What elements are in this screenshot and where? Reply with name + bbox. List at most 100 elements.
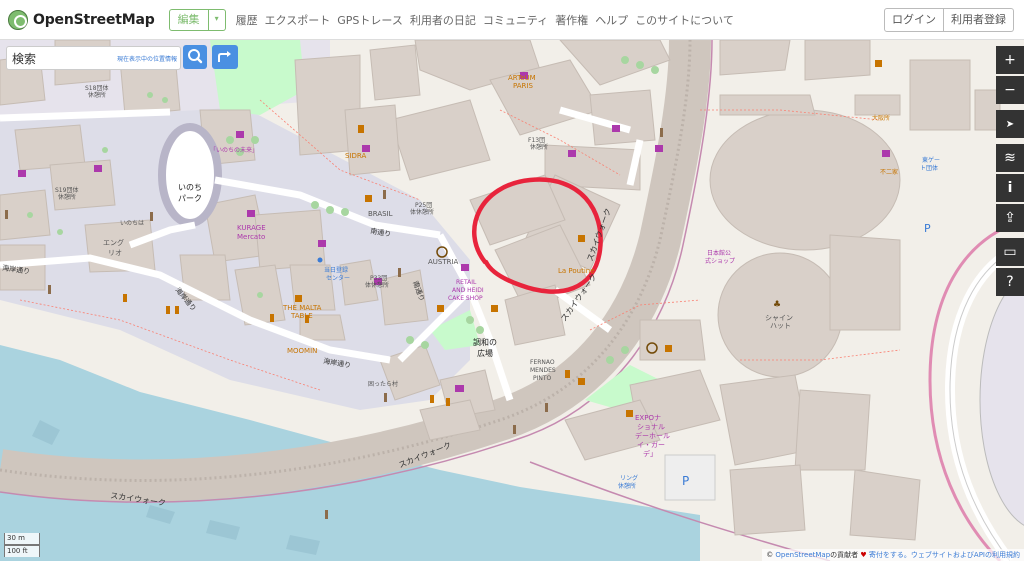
signup-button[interactable]: 利用者登録 — [944, 8, 1014, 32]
gift-shop-marker[interactable] — [882, 150, 890, 157]
label-nihon-2: 式ショップ — [705, 257, 735, 265]
terms-link[interactable]: 。ウェブサイトおよびAPIの利用規約 — [904, 551, 1020, 559]
gift-shop-marker[interactable] — [236, 131, 244, 138]
share-button[interactable]: ⇪ — [996, 204, 1024, 232]
label-expo-1: EXPOナ — [635, 414, 661, 422]
label-malta-2: TABLE — [290, 312, 313, 320]
map-canvas[interactable]: P P ♣ いのち パーク 海岸通り 海岸通り 海岸通り 南通り 南通り SID… — [0, 0, 1024, 561]
where-am-i-link[interactable]: 現在表示中の位置情報 — [117, 54, 177, 63]
label-malta-1: THE MALTA — [282, 304, 322, 312]
restaurant-marker[interactable] — [446, 398, 450, 406]
gift-shop-marker[interactable] — [655, 145, 663, 152]
label-p25-1: P25団 — [415, 202, 432, 209]
login-button[interactable]: ログイン — [884, 8, 944, 32]
gift-shop-marker[interactable] — [18, 170, 26, 177]
cafe-marker[interactable] — [491, 305, 498, 312]
label-p25-2: 体休憩所 — [410, 208, 434, 216]
zoom-out-button[interactable]: − — [996, 76, 1024, 104]
search-icon — [188, 49, 203, 64]
main-nav: 履歴 エクスポート GPSトレース 利用者の日記 コミュニティ 著作権 ヘルプ … — [236, 12, 734, 28]
directions-button[interactable] — [212, 45, 238, 69]
nav-help[interactable]: ヘルプ — [595, 12, 628, 28]
cafe-marker[interactable] — [358, 125, 364, 133]
cafe-marker[interactable] — [578, 235, 585, 242]
parking-symbol: P — [682, 474, 689, 488]
zoom-in-button[interactable]: + — [996, 46, 1024, 74]
gift-shop-marker[interactable] — [612, 125, 620, 132]
label-shine-1: シャイン — [765, 314, 793, 322]
gift-shop-marker[interactable] — [94, 165, 102, 172]
nav-export[interactable]: エクスポート — [265, 12, 331, 28]
gift-shop-marker[interactable] — [568, 150, 576, 157]
osm-logo-icon[interactable] — [8, 9, 28, 30]
label-austria: AUSTRIA — [428, 258, 459, 266]
label-arteum-2: PARIS — [513, 82, 533, 90]
scale-bar: 30 m 100 ft — [4, 533, 40, 557]
label-f13-1: F13団 — [528, 137, 545, 144]
osm-copyright-link[interactable]: OpenStreetMap — [775, 551, 830, 559]
gift-shop-marker[interactable] — [247, 210, 255, 217]
directions-icon — [218, 51, 231, 62]
label-komatta: 困ったら村 — [368, 380, 398, 388]
add-note-button[interactable]: ▭ — [996, 238, 1024, 266]
nav-gps-traces[interactable]: GPSトレース — [337, 12, 403, 28]
label-ring-1: リング — [620, 474, 638, 482]
label-tojitsu-2: センター — [326, 274, 350, 282]
nav-history[interactable]: 履歴 — [236, 12, 258, 28]
parking-area — [664, 454, 716, 501]
label-fernao-3: PINTO — [533, 375, 552, 382]
layers-button[interactable]: ≋ — [996, 144, 1024, 172]
restaurant-marker[interactable] — [123, 294, 127, 302]
info-point-icon — [317, 257, 323, 263]
cafe-marker[interactable] — [365, 195, 372, 202]
label-inochi-mirai: 「いのちの未来」 — [210, 146, 258, 154]
restaurant-marker[interactable] — [430, 395, 434, 403]
gift-shop-marker[interactable] — [362, 145, 370, 152]
map-info-button[interactable]: i — [996, 174, 1024, 202]
search-panel: 現在表示中の位置情報 — [0, 40, 245, 74]
label-fujiko: 不二家 — [880, 168, 898, 176]
attribution: © OpenStreetMapの貢献者 ♥ 寄付をする。ウェブサイトおよびAPI… — [762, 549, 1024, 561]
label-sidra: SIDRA — [345, 152, 366, 160]
nav-copyright[interactable]: 著作権 — [555, 12, 588, 28]
donate-link[interactable]: 寄付をする — [867, 551, 904, 559]
inochi-park-oval — [158, 123, 222, 227]
cafe-marker[interactable] — [875, 60, 882, 67]
label-s19-2: 休憩所 — [58, 193, 76, 201]
edit-dropdown-chevron-icon[interactable]: ▾ — [208, 8, 226, 31]
query-features-button[interactable]: ? — [996, 268, 1024, 296]
label-inochi-park-2: パーク — [178, 194, 202, 203]
gift-shop-marker[interactable] — [318, 240, 326, 247]
label-retail-2: AND HEIDI — [452, 287, 484, 294]
restaurant-marker[interactable] — [270, 314, 274, 322]
label-kurage-1: KURAGE — [237, 224, 266, 232]
restaurant-marker[interactable] — [166, 306, 170, 314]
cafe-marker[interactable] — [626, 410, 633, 417]
edit-button[interactable]: 編集 — [168, 8, 209, 31]
label-higashi-2: ト団体 — [920, 164, 938, 172]
cafe-marker[interactable] — [665, 345, 672, 352]
label-shine-2: ハット — [770, 322, 791, 330]
round-building-north — [709, 109, 901, 251]
label-nihon-1: 日本館公 — [707, 249, 731, 257]
cafe-marker[interactable] — [437, 305, 444, 312]
osm-app: P P ♣ いのち パーク 海岸通り 海岸通り 海岸通り 南通り 南通り SID… — [0, 0, 1024, 561]
nav-user-diaries[interactable]: 利用者の日記 — [410, 12, 476, 28]
restaurant-marker[interactable] — [565, 370, 570, 378]
restaurant-marker[interactable] — [175, 306, 179, 314]
parking-symbol-2: P — [924, 222, 931, 235]
scale-imperial: 100 ft — [4, 545, 40, 557]
nav-about[interactable]: このサイトについて — [635, 12, 734, 28]
label-ohokawa: 大阪所 — [872, 114, 890, 122]
brand-name[interactable]: OpenStreetMap — [33, 12, 155, 28]
gift-shop-marker[interactable] — [461, 264, 469, 271]
locate-button[interactable]: ➤ — [996, 110, 1024, 138]
search-button[interactable] — [183, 45, 207, 69]
label-engiri-1: エング — [103, 238, 124, 247]
cafe-marker[interactable] — [295, 295, 302, 302]
cafe-marker[interactable] — [578, 378, 585, 385]
nav-community[interactable]: コミュニティ — [483, 12, 548, 28]
map-controls: + − ➤ ≋ i ⇪ ▭ ? — [996, 46, 1024, 298]
brand[interactable]: OpenStreetMap — [8, 0, 155, 40]
gift-shop-marker[interactable] — [455, 385, 464, 392]
